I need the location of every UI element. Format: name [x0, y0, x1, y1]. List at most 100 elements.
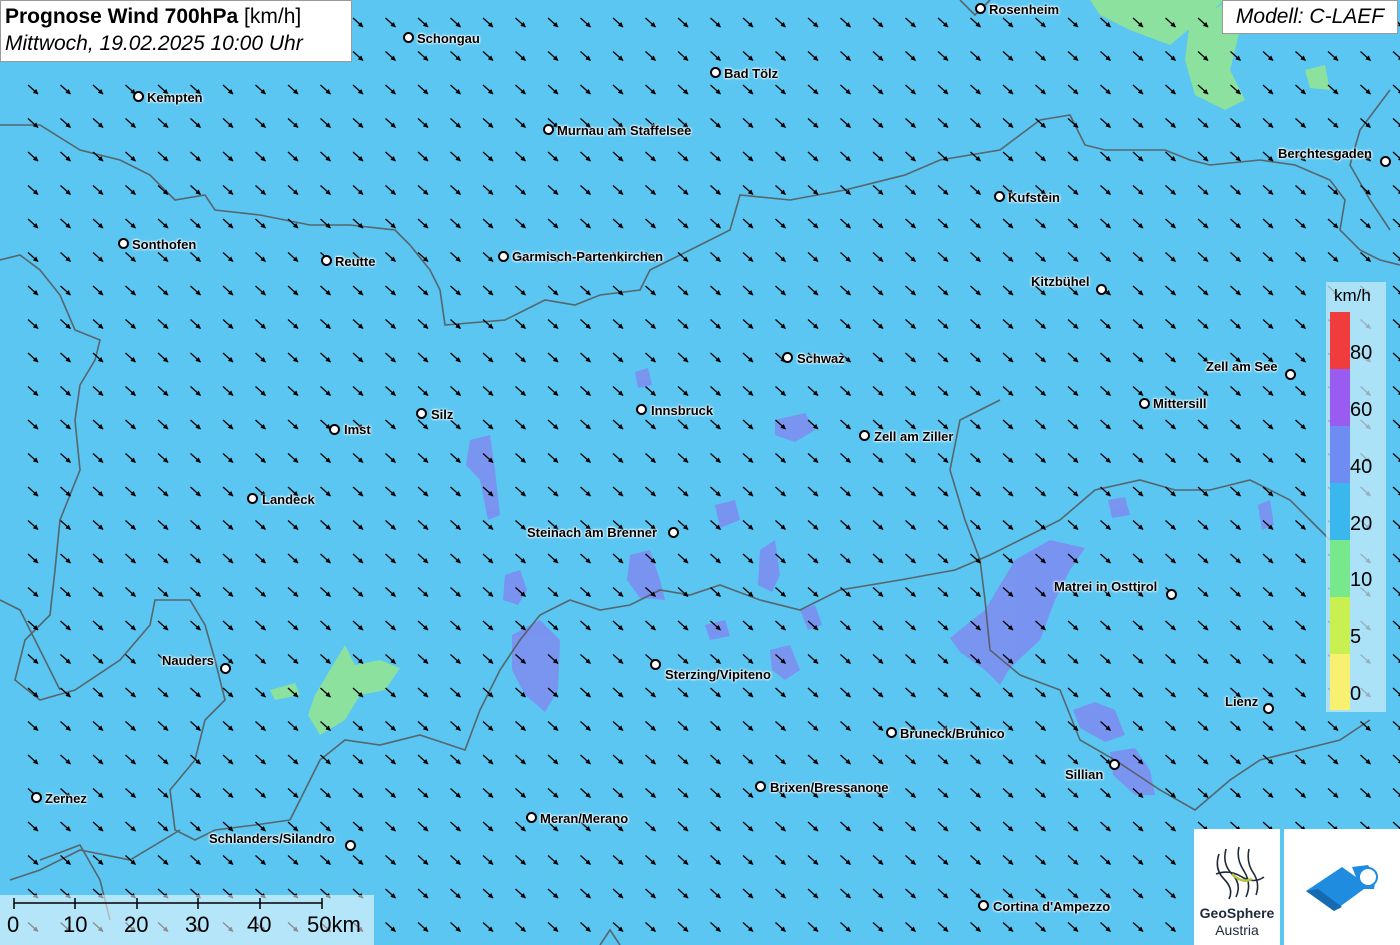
city-label: Schongau [417, 31, 480, 46]
legend-label: 80 [1350, 342, 1373, 364]
city-marker[interactable] [978, 900, 989, 911]
scale-label: 10 [63, 912, 88, 937]
city-marker[interactable] [526, 812, 537, 823]
city-label: Zell am Ziller [874, 429, 954, 444]
color-legend: km/h 80 60 40 20 10 5 0 [1326, 282, 1386, 712]
city-marker[interactable] [650, 659, 661, 670]
city-marker[interactable] [975, 3, 986, 14]
city-label: Bad Tölz [724, 66, 779, 81]
city-label: Steinach am Brenner [527, 525, 658, 540]
title-box: Prognose Wind 700hPa [km/h] Mittwoch, 19… [0, 0, 352, 62]
city-marker[interactable] [31, 792, 42, 803]
scale-label: 0 [7, 912, 20, 937]
city-marker[interactable] [220, 663, 231, 674]
scale-label: 30 [185, 912, 210, 937]
city-label: Sonthofen [132, 237, 197, 252]
legend-swatch [1330, 654, 1350, 710]
city-label: Reutte [335, 254, 376, 269]
city-marker[interactable] [1139, 398, 1150, 409]
city-marker[interactable] [1109, 759, 1120, 770]
city-label: Brixen/Bressanone [770, 780, 889, 795]
city-label: Nauders [162, 653, 215, 668]
city-label: Schwaz [797, 351, 845, 366]
city-marker[interactable] [247, 493, 258, 504]
city-label: Kitzbühel [1031, 274, 1090, 289]
weather-app-logo[interactable] [1284, 829, 1400, 945]
city-label: Schlanders/Silandro [209, 831, 335, 846]
city-label: Rosenheim [989, 2, 1060, 17]
city-label: Bruneck/Brunico [900, 726, 1005, 741]
scale-label: 40 [247, 912, 272, 937]
legend-label: 40 [1350, 456, 1373, 478]
city-marker[interactable] [345, 840, 356, 851]
city-marker[interactable] [782, 352, 793, 363]
city-label: Sillian [1065, 767, 1104, 782]
city-marker[interactable] [416, 408, 427, 419]
city-marker[interactable] [133, 91, 144, 102]
city-label: Berchtesgaden [1278, 146, 1372, 161]
city-marker[interactable] [1096, 284, 1107, 295]
model-label: Modell: C-LAEF [1222, 0, 1398, 34]
geosphere-line2: Austria [1215, 922, 1259, 938]
city-marker[interactable] [1263, 703, 1274, 714]
title-unit: [km/h] [244, 5, 302, 28]
title-main-text: Prognose Wind 700hPa [5, 5, 239, 28]
legend-swatch [1330, 540, 1350, 597]
city-label: Garmisch-Partenkirchen [512, 249, 664, 264]
city-label: Sterzing/Vipiteno [665, 667, 771, 682]
city-label: Zell am See [1206, 359, 1278, 374]
legend-title: km/h [1334, 286, 1371, 305]
city-label: Silz [431, 407, 454, 422]
legend-swatch [1330, 426, 1350, 483]
cloud-arrow-icon [1306, 865, 1378, 911]
city-label: Imst [344, 422, 371, 437]
city-marker[interactable] [543, 124, 554, 135]
scale-label: 50km [307, 912, 361, 937]
geosphere-line1: GeoSphere [1200, 905, 1275, 921]
city-marker[interactable] [498, 251, 509, 262]
legend-swatch [1330, 597, 1350, 654]
legend-swatch [1330, 312, 1350, 369]
wind-map[interactable] [0, 0, 1400, 945]
city-marker[interactable] [859, 430, 870, 441]
city-marker[interactable] [636, 404, 647, 415]
forecast-datetime: Mittwoch, 19.02.2025 10:00 Uhr [5, 32, 303, 55]
city-label: Kufstein [1008, 190, 1060, 205]
city-label: Meran/Merano [540, 811, 629, 826]
city-marker[interactable] [755, 781, 766, 792]
city-label: Landeck [262, 492, 315, 507]
city-marker[interactable] [329, 424, 340, 435]
city-marker[interactable] [1380, 156, 1391, 167]
city-marker[interactable] [1285, 369, 1296, 380]
city-label: Kempten [147, 90, 203, 105]
map-canvas [0, 0, 1400, 945]
map-title: Prognose Wind 700hPa [km/h] [5, 4, 347, 30]
scale-bar: 0 10 20 30 40 50km [0, 895, 374, 945]
city-label: Matrei in Osttirol [1054, 579, 1158, 594]
geosphere-emblem-icon: GeoSphere Austria [1200, 846, 1275, 938]
scale-label: 20 [124, 912, 149, 937]
city-label: Cortina d'Ampezzo [993, 899, 1111, 914]
city-marker[interactable] [1166, 589, 1177, 600]
legend-swatch [1330, 369, 1350, 426]
city-label: Mittersill [1153, 396, 1207, 411]
city-marker[interactable] [403, 32, 414, 43]
city-marker[interactable] [321, 255, 332, 266]
city-marker[interactable] [710, 67, 721, 78]
city-label: Lienz [1225, 694, 1259, 709]
city-marker[interactable] [118, 238, 129, 249]
legend-label: 5 [1350, 626, 1362, 648]
legend-swatch [1330, 483, 1350, 540]
city-marker[interactable] [994, 191, 1005, 202]
legend-label: 0 [1350, 683, 1362, 705]
city-marker[interactable] [886, 727, 897, 738]
city-label: Innsbruck [651, 403, 714, 418]
legend-label: 60 [1350, 399, 1373, 421]
city-marker[interactable] [668, 527, 679, 538]
legend-label: 10 [1350, 569, 1373, 591]
city-label: Murnau am Staffelsee [557, 123, 692, 138]
city-label: Zernez [45, 791, 87, 806]
geosphere-logo[interactable]: GeoSphere Austria [1194, 829, 1280, 945]
wind-field-20-40 [0, 0, 1400, 945]
legend-label: 20 [1350, 513, 1373, 535]
